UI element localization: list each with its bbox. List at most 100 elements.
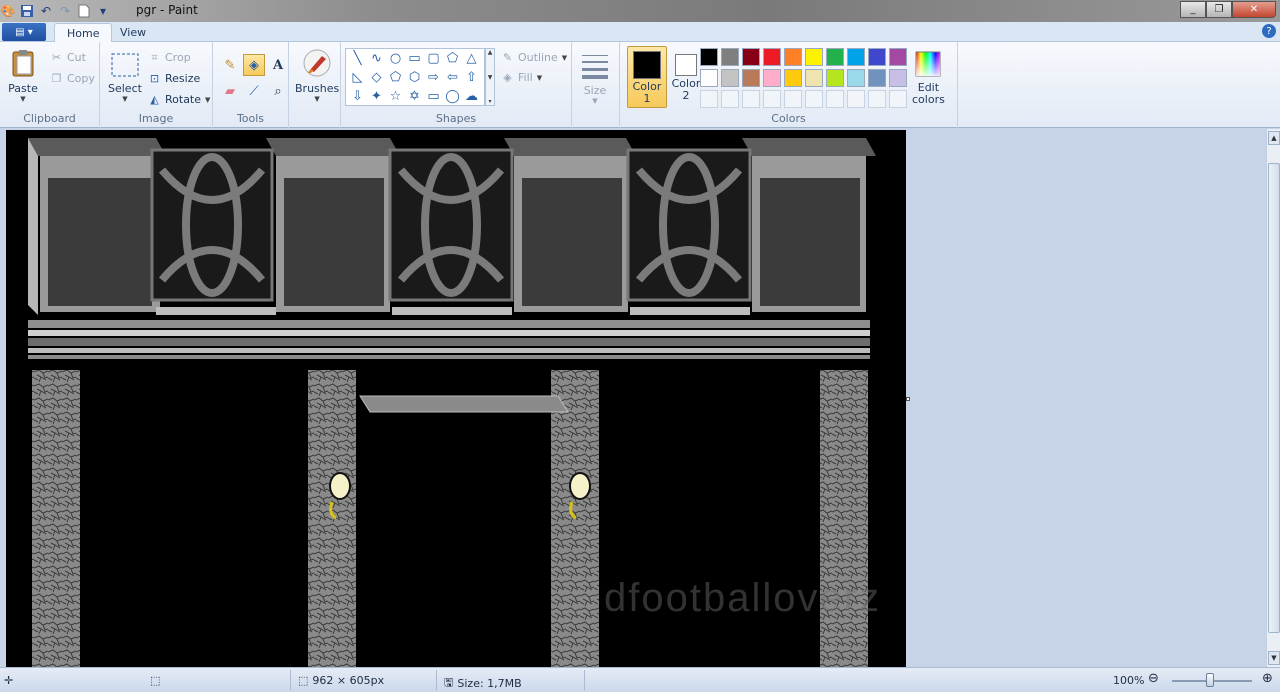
right-triangle-shape-icon[interactable]: ◺ bbox=[348, 68, 367, 87]
eraser-icon[interactable]: ▰ bbox=[219, 80, 241, 102]
palette-swatch[interactable] bbox=[889, 48, 907, 66]
color-palette bbox=[700, 48, 907, 108]
palette-swatch[interactable] bbox=[700, 69, 718, 87]
up-arrow-shape-icon[interactable]: ⇧ bbox=[462, 68, 481, 87]
custom-color-slot[interactable] bbox=[868, 90, 886, 108]
watermark-text: dfootballoverz bbox=[604, 576, 882, 620]
palette-swatch[interactable] bbox=[700, 48, 718, 66]
rectangle-shape-icon[interactable]: ▭ bbox=[405, 49, 424, 68]
palette-swatch[interactable] bbox=[763, 69, 781, 87]
magnifier-icon[interactable]: ⌕ bbox=[267, 80, 289, 102]
file-size: 🖫 Size: 1,7MB bbox=[444, 674, 522, 692]
six-point-star-shape-icon[interactable]: ✡ bbox=[405, 87, 424, 106]
close-button[interactable]: ✕ bbox=[1232, 1, 1276, 18]
palette-swatch[interactable] bbox=[826, 48, 844, 66]
palette-swatch[interactable] bbox=[805, 69, 823, 87]
minimize-button[interactable]: _ bbox=[1180, 1, 1206, 18]
custom-color-slot[interactable] bbox=[889, 90, 907, 108]
file-size-text: Size: 1,7MB bbox=[457, 677, 522, 690]
palette-swatch[interactable] bbox=[742, 48, 760, 66]
color1-button[interactable]: Color 1 bbox=[627, 46, 667, 108]
palette-swatch[interactable] bbox=[784, 48, 802, 66]
fill-bucket-icon[interactable]: ◈ bbox=[243, 54, 265, 76]
custom-color-slot[interactable] bbox=[784, 90, 802, 108]
palette-swatch[interactable] bbox=[763, 48, 781, 66]
diamond-shape-icon[interactable]: ◇ bbox=[367, 68, 386, 87]
right-arrow-shape-icon[interactable]: ⇨ bbox=[424, 68, 443, 87]
text-icon[interactable]: A bbox=[267, 54, 289, 76]
custom-color-slot[interactable] bbox=[763, 90, 781, 108]
cut-button[interactable]: ✂ Cut bbox=[50, 51, 86, 64]
copy-button[interactable]: ❐ Copy bbox=[50, 72, 95, 85]
custom-color-slot[interactable] bbox=[742, 90, 760, 108]
scroll-down-icon[interactable]: ▼ bbox=[1268, 651, 1280, 665]
cloud-callout-shape-icon[interactable]: ☁ bbox=[462, 87, 481, 106]
tab-home[interactable]: Home bbox=[54, 23, 113, 43]
callout-oval-shape-icon[interactable]: ◯ bbox=[443, 87, 462, 106]
vertical-scrollbar[interactable]: ▲ ▼ bbox=[1266, 129, 1280, 667]
palette-swatch[interactable] bbox=[868, 48, 886, 66]
custom-color-slot[interactable] bbox=[805, 90, 823, 108]
rounded-rectangle-shape-icon[interactable]: ▢ bbox=[424, 49, 443, 68]
palette-swatch[interactable] bbox=[742, 69, 760, 87]
palette-swatch[interactable] bbox=[868, 69, 886, 87]
zoom-in-icon[interactable]: ⊕ bbox=[1262, 671, 1273, 686]
ribbon: Paste ▼ ✂ Cut ❐ Copy Clipboard Select ▼ … bbox=[0, 42, 1280, 128]
help-icon[interactable]: ? bbox=[1262, 24, 1276, 38]
palette-swatch[interactable] bbox=[826, 69, 844, 87]
shapes-gallery: ╲ ∿ ○ ▭ ▢ ⬠ △ ◺ ◇ ⬠ ⬡ ⇨ ⇦ ⇧ ⇩ ✦ ☆ ✡ ▭ ◯ … bbox=[345, 48, 485, 106]
zoom-slider-thumb[interactable] bbox=[1206, 673, 1214, 687]
custom-color-slot[interactable] bbox=[826, 90, 844, 108]
palette-swatch[interactable] bbox=[805, 48, 823, 66]
palette-swatch[interactable] bbox=[784, 69, 802, 87]
resize-button[interactable]: ⊡ Resize bbox=[148, 72, 200, 85]
curve-shape-icon[interactable]: ∿ bbox=[367, 49, 386, 68]
paint-menu-button[interactable]: ▤ ▾ bbox=[2, 23, 46, 41]
brushes-button[interactable]: Brushes ▼ bbox=[295, 48, 339, 103]
four-point-star-shape-icon[interactable]: ✦ bbox=[367, 87, 386, 106]
callout-rect-shape-icon[interactable]: ▭ bbox=[424, 87, 443, 106]
brush-icon bbox=[303, 49, 331, 77]
custom-color-slot[interactable] bbox=[700, 90, 718, 108]
palette-swatch[interactable] bbox=[847, 69, 865, 87]
pencil-icon[interactable]: ✎ bbox=[219, 54, 241, 76]
triangle-shape-icon[interactable]: △ bbox=[462, 49, 481, 68]
custom-color-slot[interactable] bbox=[721, 90, 739, 108]
canvas-resize-handle[interactable] bbox=[906, 397, 910, 401]
ribbon-tabs: ▤ ▾ Home View ? bbox=[0, 22, 1280, 43]
crop-button[interactable]: ⌗ Crop bbox=[148, 51, 190, 65]
pentagon-shape-icon[interactable]: ⬠ bbox=[386, 68, 405, 87]
shapes-scrollbar[interactable]: ▲ ▼ ▾ bbox=[485, 48, 495, 106]
image-group: Select ▼ ⌗ Crop ⊡ Resize ◭ Rotate ▼ Imag… bbox=[100, 42, 213, 128]
outline-button[interactable]: ✎ Outline ▼ bbox=[501, 51, 567, 64]
line-shape-icon[interactable]: ╲ bbox=[348, 49, 367, 68]
oval-shape-icon[interactable]: ○ bbox=[386, 49, 405, 68]
resize-icon: ⊡ bbox=[149, 72, 160, 85]
scroll-thumb[interactable] bbox=[1268, 163, 1280, 633]
brushes-label: Brushes bbox=[295, 82, 340, 95]
maximize-button[interactable]: ❐ bbox=[1206, 1, 1232, 18]
scroll-up-icon[interactable]: ▲ bbox=[1268, 131, 1280, 145]
palette-swatch[interactable] bbox=[721, 48, 739, 66]
down-arrow-shape-icon[interactable]: ⇩ bbox=[348, 87, 367, 106]
zoom-out-icon[interactable]: ⊖ bbox=[1148, 671, 1159, 686]
color-picker-icon[interactable]: ⟋ bbox=[243, 80, 265, 102]
size-button[interactable]: Size ▼ bbox=[580, 50, 610, 105]
polygon-shape-icon[interactable]: ⬠ bbox=[443, 49, 462, 68]
palette-swatch[interactable] bbox=[889, 69, 907, 87]
select-button[interactable]: Select ▼ bbox=[108, 52, 142, 103]
left-arrow-shape-icon[interactable]: ⇦ bbox=[443, 68, 462, 87]
paste-button[interactable]: Paste ▼ bbox=[8, 48, 38, 103]
fill-button[interactable]: ◈ Fill ▼ bbox=[501, 71, 542, 84]
custom-color-slot[interactable] bbox=[847, 90, 865, 108]
five-point-star-shape-icon[interactable]: ☆ bbox=[386, 87, 405, 106]
palette-swatch[interactable] bbox=[721, 69, 739, 87]
hexagon-shape-icon[interactable]: ⬡ bbox=[405, 68, 424, 87]
copy-label: Copy bbox=[67, 72, 95, 85]
disk-icon: 🖫 bbox=[444, 676, 454, 689]
palette-swatch[interactable] bbox=[847, 48, 865, 66]
edit-colors-button[interactable]: Edit colors bbox=[912, 50, 945, 106]
color1-label-line2: 1 bbox=[643, 92, 651, 105]
rotate-button[interactable]: ◭ Rotate ▼ bbox=[148, 93, 210, 106]
tab-view[interactable]: View bbox=[108, 23, 158, 43]
